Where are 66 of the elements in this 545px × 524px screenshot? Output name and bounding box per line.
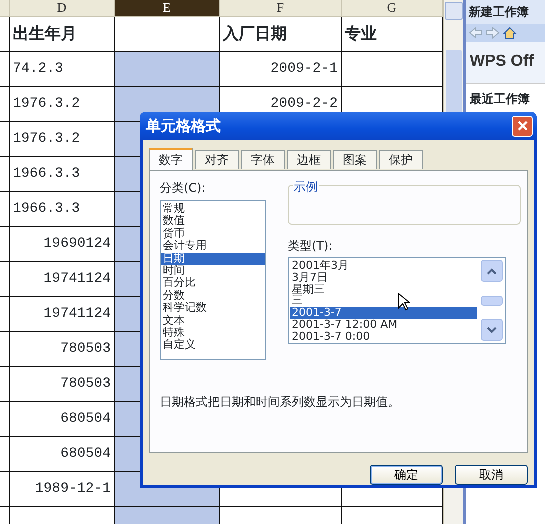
pane-title: 新建工作簿 [466,0,545,24]
table-cell [0,52,10,87]
tab[interactable]: 保护 [379,150,423,169]
chevron-down-icon [486,326,496,334]
list-item[interactable]: 2001-3-7 12:00 AM [290,318,477,331]
list-item[interactable]: 特殊 [161,327,265,340]
table-cell [0,192,10,227]
cursor-icon [398,292,410,311]
list-item[interactable]: 2001-3-7 0:00 [290,330,477,343]
table-cell: 2009-2-1 [220,52,342,87]
field-label: 类型(T): [288,238,334,255]
column-header[interactable]: E [115,0,220,17]
tab[interactable]: 图案 [333,150,377,169]
tab[interactable]: 边框 [287,150,331,169]
scroll-down-button[interactable] [480,319,502,341]
tab[interactable]: 字体 [241,150,285,169]
logo: WPS Off [466,42,545,84]
list-item[interactable]: 星期三 [290,284,477,296]
scroll-up-button[interactable] [480,260,502,282]
table-cell [0,87,10,122]
table-cell [0,157,10,192]
list-item[interactable]: 2001年3月 [290,260,477,272]
table-cell [0,367,10,402]
list-item[interactable]: 2001-3-7 [290,307,477,319]
category-list[interactable]: 常规 数值 货币 会计专用 日期 时间 百分比 分数 科学记数 文本 特殊 自定义 [160,200,266,360]
tab[interactable]: 对齐 [195,150,239,169]
home-icon[interactable] [503,26,517,40]
table-cell [0,17,10,52]
list-item[interactable]: 分数 [161,290,265,302]
table-cell [0,437,10,472]
list-item[interactable]: 会计专用 [161,240,265,253]
table-cell [0,402,10,437]
list-item[interactable]: 日期 [161,252,265,266]
table-cell [0,122,10,157]
table-cell [0,332,10,367]
close-button[interactable] [512,116,533,136]
list-item[interactable]: 数值 [161,215,265,228]
scroll-thumb[interactable] [480,296,502,306]
close-icon [516,120,528,132]
section-title: 最近工作簿 [469,91,531,108]
list-item[interactable]: 科学记数 [161,302,265,315]
list-item[interactable]: 自定义 [161,339,265,352]
column-header[interactable]: F [220,0,342,17]
dialog-button[interactable]: 确定 [370,465,443,485]
list-item[interactable]: 货币 [161,228,265,240]
table-cell [0,227,10,262]
column-header[interactable]: G [342,0,443,17]
header-cell: 出生年月 [10,17,115,52]
description-text: 日期格式把日期和时间系列数显示为日期值。 [160,394,400,411]
dialog-button[interactable]: 取消 [455,465,528,485]
table-cell [0,262,10,297]
tab[interactable]: 数字 [149,148,193,170]
header-cell: 入厂日期 [220,17,342,52]
table-cell [0,297,10,332]
list-item[interactable]: 3月7日 [290,272,477,284]
type-list[interactable]: 2001年3月 3月7日 星期三 三 2001-3-7 2001-3-7 12:00 AM 2001-3-7 0:00 [288,257,506,344]
chevron-up-icon [486,268,496,274]
list-item[interactable]: 常规 [161,203,265,216]
window-title: 单元格格式 [146,116,221,137]
field-label: 分类(C): [160,180,207,197]
list-item[interactable]: 文本 [161,314,265,328]
table-cell [0,472,10,507]
list-item[interactable]: 时间 [161,265,265,278]
list-item[interactable]: 三 [290,295,477,308]
column-header[interactable]: D [10,0,115,17]
list-item[interactable]: 百分比 [161,277,265,290]
